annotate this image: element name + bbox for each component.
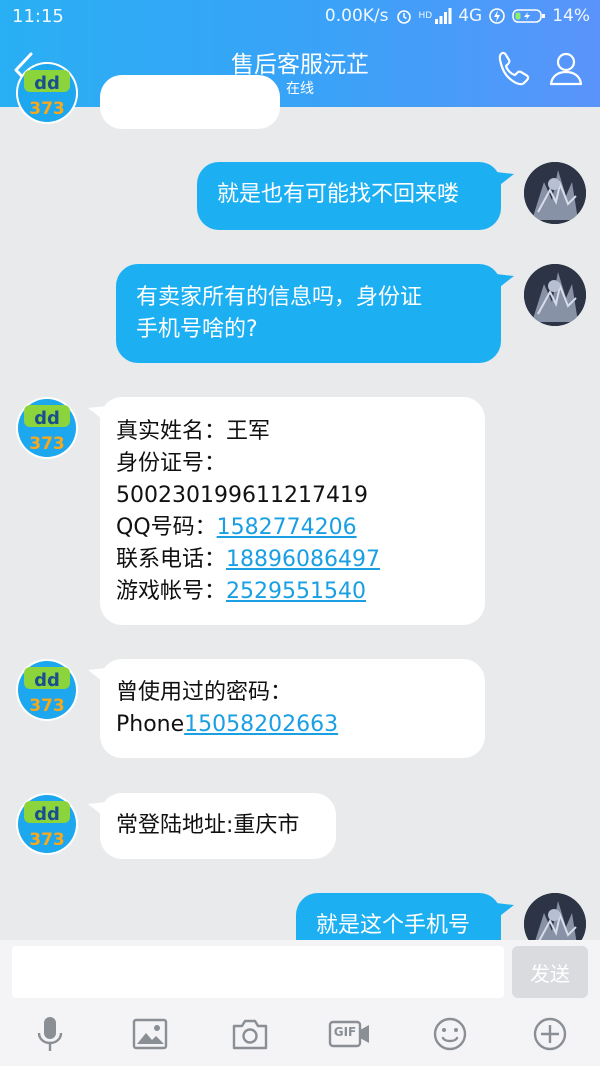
message-bubble-incoming[interactable]: 曾使用过的密码： Phone15058202663 <box>100 659 485 758</box>
message-text: 就是也有可能找不回来喽 <box>217 182 460 207</box>
svg-text:373: 373 <box>29 99 65 119</box>
svg-text:dd: dd <box>34 670 60 691</box>
dd373-logo-icon: dd 373 <box>16 793 78 855</box>
battery-icon <box>512 8 546 24</box>
bubble-tail <box>496 903 514 919</box>
dd373-logo-icon: dd 373 <box>16 62 78 124</box>
image-icon <box>132 1018 168 1050</box>
game-account-link[interactable]: 2529551540 <box>226 579 366 604</box>
plus-circle-icon <box>533 1017 567 1051</box>
voice-button[interactable] <box>30 1014 70 1054</box>
input-bar: 发送 GIF <box>0 940 600 1066</box>
message-text: 常登陆地址:重庆市 <box>116 813 300 838</box>
person-icon <box>549 52 583 86</box>
message-bubble-incoming-partial[interactable] <box>100 75 280 129</box>
svg-text:373: 373 <box>29 830 65 850</box>
status-icons: 0.00K/s HD 4G 14% <box>325 6 590 26</box>
message-bubble-outgoing[interactable]: 有卖家所有的信息吗，身份证 手机号啥的? <box>116 264 501 363</box>
bubble-tail <box>496 172 514 188</box>
hd-label: HD <box>418 10 433 21</box>
gif-label: GIF <box>333 1025 357 1039</box>
password-label: 曾使用过的密码： <box>116 680 293 705</box>
camera-button[interactable] <box>230 1014 270 1054</box>
bubble-tail <box>496 274 514 290</box>
contact-avatar[interactable]: dd 373 <box>16 62 78 124</box>
chat-header: 11:15 0.00K/s HD 4G 14% 售后客服沅芷 在线 <box>0 0 600 107</box>
my-avatar[interactable] <box>524 162 586 224</box>
camera-icon <box>232 1019 268 1050</box>
message-bubble-outgoing[interactable]: 就是也有可能找不回来喽 <box>197 162 501 230</box>
dd373-logo-icon: dd 373 <box>16 397 78 459</box>
message-text-line: 有卖家所有的信息吗，身份证 <box>136 285 423 310</box>
password-row: Phone15058202663 <box>116 712 339 737</box>
info-row-game-account: 游戏帐号：2529551540 <box>116 579 366 604</box>
message-text-line: 手机号啥的? <box>136 317 258 342</box>
profile-button[interactable] <box>546 48 586 88</box>
phone-link[interactable]: 18896086497 <box>226 547 380 572</box>
info-row-qq: QQ号码：1582774206 <box>116 515 357 540</box>
message-bubble-incoming[interactable]: 常登陆地址:重庆市 <box>100 793 336 859</box>
svg-text:dd: dd <box>34 73 60 94</box>
status-bar: 11:15 0.00K/s HD 4G 14% <box>0 0 600 32</box>
my-avatar[interactable] <box>524 264 586 326</box>
more-button[interactable] <box>530 1014 570 1054</box>
info-row-phone: 联系电话：18896086497 <box>116 547 380 572</box>
svg-text:dd: dd <box>34 408 60 429</box>
user-photo-icon <box>524 264 586 326</box>
microphone-icon <box>37 1017 63 1051</box>
network-type: 4G <box>458 6 483 26</box>
user-photo-icon <box>524 162 586 224</box>
message-text: 就是这个手机号 <box>316 913 471 938</box>
message-bubble-incoming[interactable]: 真实姓名：王军 身份证号： 500230199611217419 QQ号码：15… <box>100 397 485 625</box>
info-row-id-label: 身份证号： <box>116 451 227 476</box>
net-speed: 0.00K/s <box>324 6 389 26</box>
contact-avatar[interactable]: dd 373 <box>16 793 78 855</box>
alarm-icon <box>395 7 413 25</box>
qq-link[interactable]: 1582774206 <box>217 515 357 540</box>
svg-text:dd: dd <box>34 804 60 825</box>
info-row-name: 真实姓名：王军 <box>116 419 271 444</box>
gif-button[interactable]: GIF <box>328 1014 372 1054</box>
phone-icon <box>498 51 530 86</box>
smiley-icon <box>433 1017 467 1051</box>
call-button[interactable] <box>492 48 532 88</box>
svg-text:373: 373 <box>29 696 65 716</box>
contact-avatar[interactable]: dd 373 <box>16 659 78 721</box>
password-phone-link[interactable]: 15058202663 <box>184 712 338 737</box>
battery-percent: 14% <box>552 6 590 26</box>
svg-text:373: 373 <box>29 434 65 454</box>
info-row-id-number: 500230199611217419 <box>116 483 368 508</box>
data-saver-icon <box>488 7 506 25</box>
emoji-button[interactable] <box>430 1014 470 1054</box>
photo-button[interactable] <box>130 1014 170 1054</box>
dd373-logo-icon: dd 373 <box>16 659 78 721</box>
message-input[interactable] <box>12 946 504 998</box>
contact-avatar[interactable]: dd 373 <box>16 397 78 459</box>
signal-icon <box>434 8 452 24</box>
send-button[interactable]: 发送 <box>512 946 588 998</box>
status-time: 11:15 <box>12 6 64 27</box>
